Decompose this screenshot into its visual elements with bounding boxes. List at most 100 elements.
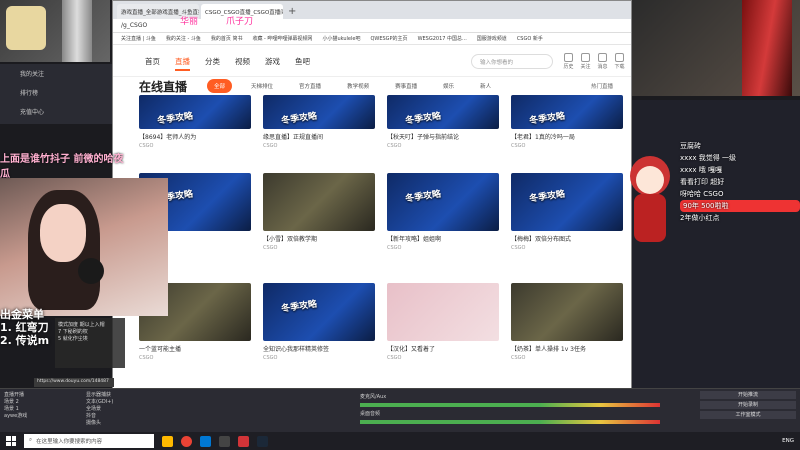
volume-meter[interactable] [360,403,660,407]
stream-title[interactable]: 【新年攻略】姐姐啊 [387,234,499,243]
app-icon[interactable] [238,435,249,447]
filter-fun[interactable]: 娱乐 [436,79,461,93]
stream-title[interactable]: 【老君】1真的冷吗一局 [511,132,623,141]
stream-title[interactable]: 一个蓝可能主播 [139,344,251,353]
volume-meter[interactable] [360,420,660,424]
stream-thumbnail[interactable]: 冬季攻略 [139,95,251,129]
stream-thumbnail[interactable] [511,283,623,341]
stream-title[interactable]: 【8694】老师人的为 [139,132,251,141]
nav-game[interactable]: 游戏 [265,56,280,71]
steam-icon[interactable] [257,435,268,447]
chat-line: 豆腐砖 [680,142,701,150]
chat-line: 2年做小红点 [680,214,720,222]
site-nav: 首页 直播 分类 视频 游戏 鱼吧 输入你想看的 历史 关注 消息 下载 登录 [113,45,632,77]
stream-card[interactable]: 冬季攻略 缘思直播】正规直播间 CSGO [263,95,375,177]
nav-home[interactable]: 首页 [145,56,160,71]
bookmark[interactable]: 国服游戏频道 [477,35,507,42]
bookmark[interactable]: 小小猫ukulele吧 [322,35,360,42]
live-filter-bar: 在线直播 全部 天梯排位 官方直播 教学视频 赛事直播 娱乐 新人 热门直播 [113,77,631,95]
stream-thumbnail[interactable]: 冬季攻略 [511,95,623,129]
stream-card[interactable]: 【奶茶】单人操排 1v 3任务 CSGO [511,283,623,365]
bookmark[interactable]: 收藏 - 哔哩哔哩弹幕视频网 [252,35,312,42]
sidebar-item-recharge[interactable]: 充值中心 [0,102,112,121]
nav-category[interactable]: 分类 [205,56,220,71]
windows-start-icon[interactable] [6,436,16,446]
nav-yuba[interactable]: 鱼吧 [295,56,310,71]
stream-thumbnail[interactable] [387,283,499,341]
bookmark[interactable]: 关注直播 | 斗鱼 [121,35,156,42]
bookmark[interactable]: WESG2017 中国总... [418,35,467,42]
follow-icon[interactable]: 关注 [580,53,591,70]
user-icon[interactable]: 登录 [631,53,632,70]
explorer-icon[interactable] [162,435,173,447]
scene-item[interactable]: 场景 1 [4,406,27,413]
stream-card[interactable]: 【小雪】双倍教学期 CSGO [263,173,375,255]
edge-icon[interactable] [200,435,211,447]
scene-item[interactable]: 直播开播 [4,392,27,399]
bookmark[interactable]: CSGO 新手 [517,35,543,42]
scene-item[interactable]: 场景 2 [4,399,27,406]
source-item[interactable]: 文本(GDI+) [86,399,113,406]
message-icon[interactable]: 消息 [597,53,608,70]
bookmark[interactable]: 我的关注 - 斗鱼 [166,35,201,42]
filter-new[interactable]: 新人 [473,79,498,93]
stream-title[interactable]: 全知识心我那样精英修签 [263,344,375,353]
overlay-top-text: 华丽 爪子刀 [180,14,320,27]
thumbnail-logo: 冬季攻略 [528,189,566,205]
obs-icon[interactable] [219,435,230,447]
stream-title[interactable]: 缘思直播】正规直播间 [263,132,375,141]
stream-card[interactable]: 冬季攻略 【8694】老师人的为 CSGO [139,95,251,177]
taskbar-search[interactable]: ⌕ 在这里输入你要搜索的内容 [24,434,154,448]
source-item[interactable]: 全场景 [86,406,113,413]
bookmark[interactable]: 我的首页 简书 [211,35,243,42]
search-icon: ⌕ [29,437,33,443]
url-tooltip: https://www.douyu.com/148487 [34,378,114,387]
nav-live[interactable]: 直播 [175,56,190,71]
filter-ranked[interactable]: 天梯排位 [244,79,280,93]
scene-item[interactable]: aywe游戏 [4,413,27,420]
webcam-feed [0,178,168,316]
browser-window: 游戏直播_全部游戏直播_斗鱼直播× CSGO_CSGO直播_CSGO直播间× +… [112,0,632,392]
stream-title[interactable]: 【梅梅】双倍分布图式 [511,234,623,243]
stream-thumbnail[interactable]: 冬季攻略 [511,173,623,231]
stream-title[interactable]: 【小雪】双倍教学期 [263,234,375,243]
chat-line: xxxx 哦 嘎嘎 [680,166,723,174]
stream-card[interactable]: 冬季攻略【新年攻略】姐姐啊 CSGO [387,173,499,255]
stream-title[interactable]: 【奶茶】单人操排 1v 3任务 [511,344,623,353]
sidebar-item-rank[interactable]: 排行榜 [0,83,112,102]
hot-live-label[interactable]: 热门直播 [591,82,613,90]
stream-thumbnail[interactable]: 冬季攻略 [387,95,499,129]
filter-event[interactable]: 赛事直播 [388,79,424,93]
filter-teaching[interactable]: 教学视频 [340,79,376,93]
source-item[interactable]: 抖音 [86,413,113,420]
source-item[interactable]: 显示器捕获 [86,392,113,399]
site-search-input[interactable]: 输入你想看的 [471,54,553,69]
history-icon[interactable]: 历史 [563,53,574,70]
studio-mode-button[interactable]: 工作室模式 [700,411,796,419]
source-item[interactable]: 摄像头 [86,420,113,427]
stream-grid: 冬季攻略 【8694】老师人的为 CSGO 冬季攻略 缘思直播】正规直播间 CSGO 冬季攻… [139,95,631,391]
stream-thumbnail[interactable] [263,173,375,231]
filter-official[interactable]: 官方直播 [292,79,328,93]
stream-title[interactable]: 【秋天叮】子弹与指前结论 [387,132,499,141]
start-stream-button[interactable]: 开始推流 [700,391,796,399]
stream-thumbnail[interactable]: 冬季攻略 [263,283,375,341]
stream-title[interactable]: 【汉化】又看着了 [387,344,499,353]
stream-category: CSGO [387,245,402,251]
stream-card[interactable]: 冬季攻略 【老君】1真的冷吗一局 CSGO [511,95,623,177]
bookmark[interactable]: QWESGP的主页 [370,35,407,42]
app-icon[interactable]: 下载 [614,53,625,70]
sidebar-item-follow[interactable]: 我的关注 [0,64,112,83]
stream-thumbnail[interactable]: 冬季攻略 [387,173,499,231]
chrome-icon[interactable] [181,435,192,447]
stream-card[interactable]: 冬季攻略 【梅梅】双倍分布图式 CSGO [511,173,623,255]
chat-line: 呀哈哈 CSGO [680,190,724,198]
nav-video[interactable]: 视频 [235,56,250,71]
filter-all[interactable]: 全部 [207,79,233,93]
stream-card[interactable]: 冬季攻略 【秋天叮】子弹与指前结论 CSGO [387,95,499,177]
stream-card[interactable]: 冬季攻略 全知识心我那样精英修签 CSGO [263,283,375,365]
start-record-button[interactable]: 开始录制 [700,401,796,409]
mixer-label: 麦克风/Aux [360,394,387,400]
stream-thumbnail[interactable]: 冬季攻略 [263,95,375,129]
stream-card[interactable]: 【汉化】又看着了 CSGO [387,283,499,365]
